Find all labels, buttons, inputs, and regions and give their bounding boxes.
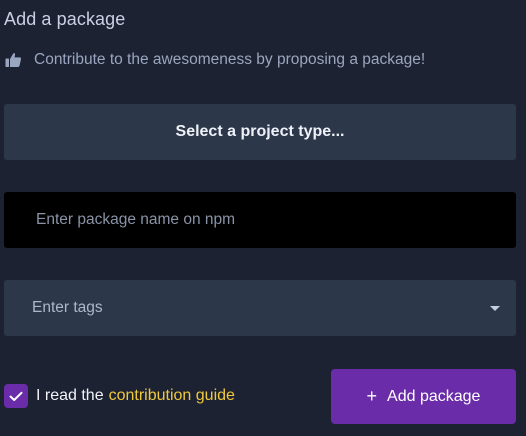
- checkmark-icon: [9, 391, 23, 401]
- chevron-down-icon: [490, 305, 500, 311]
- consent-text: I read the: [36, 387, 104, 404]
- tags-dropdown[interactable]: Enter tags: [4, 280, 516, 336]
- add-package-button[interactable]: + Add package: [331, 369, 516, 424]
- plus-icon: +: [366, 385, 378, 406]
- consent-checkbox[interactable]: [4, 384, 28, 408]
- contribution-consent: I read the contribution guide: [4, 384, 235, 408]
- contribution-guide-link[interactable]: contribution guide: [109, 387, 235, 405]
- form-title: Add a package: [4, 9, 126, 29]
- add-package-label: Add package: [387, 387, 481, 405]
- project-type-label: Select a project type...: [175, 123, 345, 140]
- package-name-input[interactable]: [4, 192, 516, 248]
- thumbs-up-icon: [4, 51, 22, 69]
- form-subtitle: Contribute to the awesomeness by proposi…: [4, 50, 425, 70]
- subtitle-text: Contribute to the awesomeness by proposi…: [34, 51, 426, 68]
- tags-placeholder: Enter tags: [32, 299, 103, 316]
- project-type-select[interactable]: Select a project type...: [4, 104, 516, 160]
